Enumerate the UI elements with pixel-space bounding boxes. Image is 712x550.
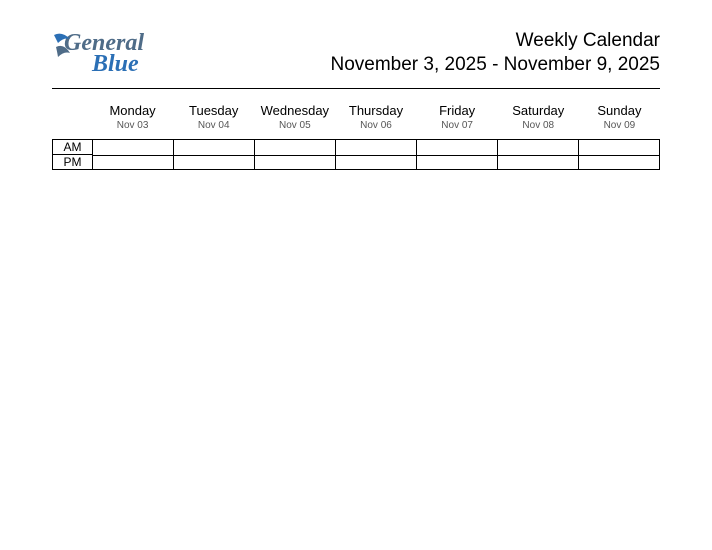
calendar-cell	[416, 155, 497, 171]
grid-body	[92, 139, 660, 170]
page-title: Weekly Calendar	[330, 30, 660, 52]
day-date: Nov 04	[173, 120, 254, 131]
calendar-cell	[173, 155, 254, 171]
period-label-am: AM	[52, 139, 92, 154]
period-labels-column: AM PM	[52, 139, 92, 170]
header-bar: General Blue Weekly Calendar November 3,…	[52, 0, 660, 89]
day-date: Nov 06	[335, 120, 416, 131]
day-name: Saturday	[498, 103, 579, 118]
day-name: Tuesday	[173, 103, 254, 118]
day-header: Sunday Nov 09	[579, 103, 660, 139]
calendar-cell	[497, 139, 578, 155]
calendar-cell	[578, 155, 660, 171]
calendar: Monday Nov 03 Tuesday Nov 04 Wednesday N…	[52, 103, 660, 170]
calendar-cell	[254, 155, 335, 171]
calendar-grid: AM PM	[52, 139, 660, 170]
day-header: Thursday Nov 06	[335, 103, 416, 139]
calendar-cell	[335, 155, 416, 171]
title-block: Weekly Calendar November 3, 2025 - Novem…	[330, 30, 660, 76]
day-date: Nov 08	[498, 120, 579, 131]
calendar-cell	[578, 139, 660, 155]
logo-text-blue: Blue	[64, 54, 144, 76]
logo-swoosh-icon	[52, 31, 72, 65]
period-label-pm: PM	[52, 154, 92, 170]
day-header: Wednesday Nov 05	[254, 103, 335, 139]
brand-logo: General Blue	[52, 33, 144, 76]
day-name: Wednesday	[254, 103, 335, 118]
calendar-cell	[92, 155, 173, 171]
day-name: Friday	[417, 103, 498, 118]
day-header: Saturday Nov 08	[498, 103, 579, 139]
calendar-cell	[497, 155, 578, 171]
day-header: Tuesday Nov 04	[173, 103, 254, 139]
calendar-cell	[92, 139, 173, 155]
day-date: Nov 05	[254, 120, 335, 131]
day-name: Monday	[92, 103, 173, 118]
day-name: Sunday	[579, 103, 660, 118]
day-date: Nov 09	[579, 120, 660, 131]
calendar-cell	[173, 139, 254, 155]
date-range: November 3, 2025 - November 9, 2025	[330, 54, 660, 76]
grid-row-pm	[92, 155, 660, 171]
grid-row-am	[92, 139, 660, 155]
day-header: Friday Nov 07	[417, 103, 498, 139]
day-date: Nov 03	[92, 120, 173, 131]
calendar-cell	[335, 139, 416, 155]
calendar-cell	[254, 139, 335, 155]
day-header: Monday Nov 03	[92, 103, 173, 139]
day-headers-row: Monday Nov 03 Tuesday Nov 04 Wednesday N…	[92, 103, 660, 139]
day-name: Thursday	[335, 103, 416, 118]
calendar-cell	[416, 139, 497, 155]
day-date: Nov 07	[417, 120, 498, 131]
